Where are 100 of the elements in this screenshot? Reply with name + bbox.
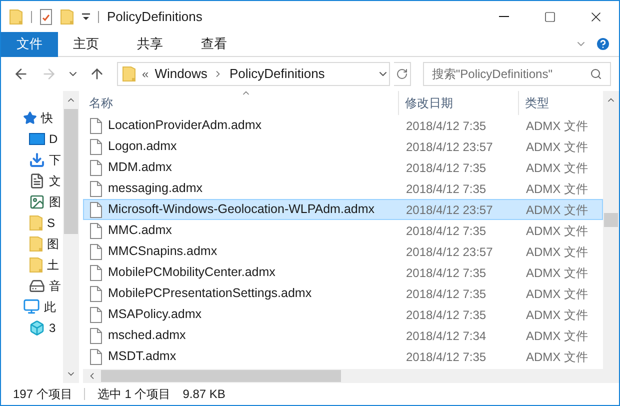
file-name: MMCSnapins.admx	[108, 243, 218, 260]
file-type: ADMX 文件	[525, 160, 588, 176]
file-type: ADMX 文件	[525, 138, 588, 156]
star-icon	[23, 110, 37, 124]
modified-date: 2018/4/12 23:57	[405, 202, 494, 218]
monitor-icon	[23, 298, 40, 315]
horizontal-scrollbar[interactable]	[83, 369, 619, 383]
sidebar-item[interactable]: 图	[49, 192, 61, 210]
sidebar-item[interactable]: S	[47, 214, 56, 232]
file-row[interactable]: MobilePCMobilityCenter.admx 2018/4/12 7:35 ADMX 文件	[83, 262, 603, 283]
file-type: ADMX 文件	[525, 180, 588, 198]
file-type: ADMX 文件	[525, 348, 588, 366]
file-type: ADMX 文件	[525, 306, 588, 324]
selection-size: 9.87 KB	[182, 386, 226, 403]
modified-date: 2018/4/12 7:35	[405, 222, 488, 240]
modified-date: 2018/4/12 7:35	[405, 348, 488, 366]
vertical-scrollbar[interactable]	[603, 91, 619, 369]
file-row[interactable]: LocationProviderAdm.admx 2018/4/12 7:35 ADMX 文件	[83, 115, 603, 136]
sidebar-item[interactable]: 3	[49, 318, 56, 336]
column-header[interactable]: 修改日期	[399, 91, 519, 115]
file-row[interactable]: Logon.admx 2018/4/12 23:57 ADMX 文件	[83, 136, 603, 157]
desktop-icon	[29, 132, 45, 144]
file-icon	[90, 306, 102, 322]
sidebar-item[interactable]: 此	[44, 298, 56, 316]
file-icon	[90, 286, 102, 302]
file-icon	[90, 328, 102, 344]
file-icon	[90, 118, 102, 134]
sidebar-item[interactable]: 文	[49, 172, 61, 190]
file-icon	[90, 264, 102, 280]
file-row[interactable]: MMCSnapins.admx 2018/4/12 23:57 ADMX 文件	[83, 241, 603, 262]
sidebar-item[interactable]: 音	[49, 276, 61, 294]
file-icon	[90, 348, 102, 364]
column-header[interactable]: 类型	[519, 91, 603, 115]
file-row[interactable]: MSAPolicy.admx 2018/4/12 7:35 ADMX 文件	[83, 304, 603, 325]
file-name: MDM.admx	[108, 159, 172, 176]
modified-date: 2018/4/12 7:35	[405, 180, 488, 198]
file-name: messaging.admx	[108, 180, 202, 198]
ribbon-tab[interactable]: 共享	[122, 32, 178, 56]
breadcrumb[interactable]: Windows	[154, 64, 208, 84]
file-icon	[90, 138, 102, 154]
file-type: ADMX 文件	[525, 264, 588, 282]
file-row[interactable]: messaging.admx 2018/4/12 7:35 ADMX 文件	[83, 178, 603, 199]
file-name: MSAPolicy.admx	[108, 306, 202, 324]
modified-date: 2018/4/12 7:35	[405, 118, 488, 134]
folder-icon	[29, 236, 43, 252]
scroll-thumb[interactable]	[101, 370, 341, 382]
file-type: ADMX 文件	[525, 328, 588, 344]
file-row[interactable]: MobilePCPresentationSettings.admx 2018/4/12 7:35 ADMX 文件	[83, 283, 603, 304]
file-icon	[90, 160, 102, 176]
search-field[interactable]: 搜索"PolicyDefinitions"	[422, 62, 611, 86]
help-icon[interactable]	[595, 36, 611, 52]
scroll-thumb[interactable]	[604, 213, 618, 227]
window-title: PolicyDefinitions	[107, 8, 202, 26]
file-row[interactable]: MSDT.admx 2018/4/12 7:35 ADMX 文件	[83, 346, 603, 367]
scroll-thumb[interactable]	[64, 109, 78, 234]
file-type: ADMX 文件	[525, 222, 588, 240]
sidebar-scrollbar[interactable]	[63, 91, 79, 383]
properties-icon[interactable]	[40, 8, 52, 24]
refresh-icon	[396, 68, 408, 80]
modified-date: 2018/4/12 7:35	[405, 160, 488, 176]
file-row[interactable]: msched.admx 2018/4/12 7:34 ADMX 文件	[83, 325, 603, 346]
file-name: Microsoft-Windows-Geolocation-WLPAdm.admx	[108, 201, 375, 218]
image-icon	[29, 194, 45, 210]
file-type: ADMX 文件	[525, 118, 588, 134]
sidebar-item[interactable]: D	[49, 130, 58, 148]
file-name: msched.admx	[108, 327, 186, 344]
modified-date: 2018/4/12 23:57	[405, 244, 494, 260]
address-bar[interactable]: « Windows PolicyDefinitions	[117, 62, 390, 86]
file-type: ADMX 文件	[525, 244, 588, 260]
sidebar-item[interactable]: 下	[49, 150, 61, 168]
new-folder-icon	[60, 8, 74, 24]
file-row[interactable]: MMC.admx 2018/4/12 7:35 ADMX 文件	[83, 220, 603, 241]
file-name: MSDT.admx	[108, 348, 176, 366]
modified-date: 2018/4/12 23:57	[405, 138, 494, 156]
breadcrumb[interactable]: PolicyDefinitions	[229, 64, 325, 84]
folder-icon	[122, 66, 136, 82]
file-name: LocationProviderAdm.admx	[108, 117, 262, 134]
file-name: MobilePCPresentationSettings.admx	[108, 285, 312, 302]
file-name: MobilePCMobilityCenter.admx	[108, 264, 276, 282]
file-menu-tab[interactable]: 文件	[1, 32, 58, 56]
column-header[interactable]: 名称	[83, 91, 399, 115]
file-icon	[90, 244, 102, 260]
search-icon	[590, 68, 602, 80]
folder-icon	[29, 214, 43, 230]
sidebar-item[interactable]: 快	[41, 108, 53, 126]
modified-date: 2018/4/12 7:35	[405, 286, 488, 302]
sidebar-item[interactable]: 图	[47, 234, 59, 252]
sidebar-item[interactable]: 土	[47, 256, 59, 274]
dropdown-icon[interactable]	[82, 12, 90, 20]
overflow-chevron[interactable]: «	[142, 65, 149, 83]
file-icon	[90, 180, 102, 196]
cube-icon	[29, 320, 45, 336]
folder-icon	[29, 256, 43, 272]
selection-info: 选中 1 个项目	[97, 386, 171, 403]
minimize-icon	[499, 16, 509, 17]
file-row[interactable]: MDM.admx 2018/4/12 7:35 ADMX 文件	[83, 157, 603, 178]
ribbon-tab[interactable]: 查看	[186, 32, 242, 56]
refresh-button[interactable]	[394, 62, 411, 86]
file-row[interactable]: Microsoft-Windows-Geolocation-WLPAdm.admx 2018/4/12 23:57 ADMX 文件	[83, 199, 603, 220]
ribbon-tab[interactable]: 主页	[58, 32, 114, 56]
